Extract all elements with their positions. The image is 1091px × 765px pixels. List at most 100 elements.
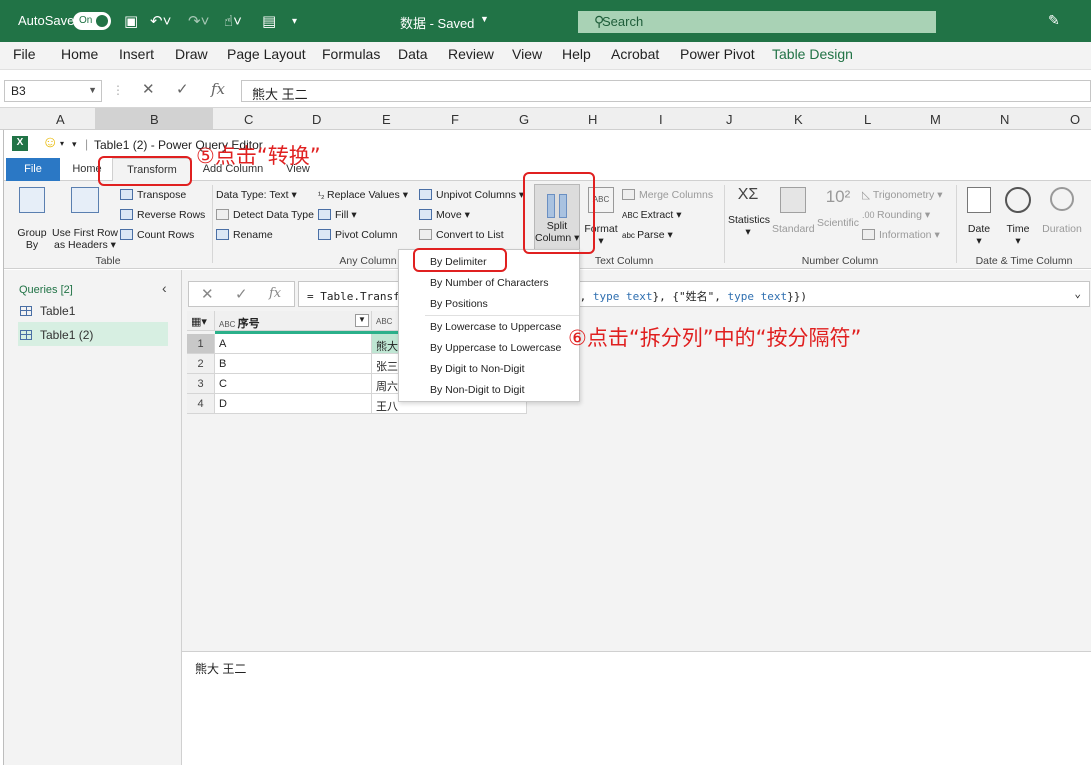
- menu-item-by-number-of-characters[interactable]: By Number of Characters: [430, 277, 548, 289]
- convert-to-list-button[interactable]: Convert to List: [419, 229, 504, 241]
- pq-cancel-icon[interactable]: ✕: [201, 285, 214, 303]
- table-cell[interactable]: D: [215, 394, 372, 414]
- smiley-feedback-icon[interactable]: ☺: [42, 134, 58, 152]
- redo-icon[interactable]: ↷˅: [188, 12, 209, 30]
- col-header-g[interactable]: G: [519, 112, 529, 127]
- menu-item-by-positions[interactable]: By Positions: [430, 298, 488, 310]
- enter-icon[interactable]: ✓: [176, 80, 189, 98]
- use-first-row-button[interactable]: Use First Row as Headers ▾: [52, 187, 118, 251]
- count-rows-button[interactable]: Count Rows: [120, 229, 194, 241]
- fill-button[interactable]: Fill ▾: [318, 209, 357, 221]
- col-header-e[interactable]: E: [382, 112, 391, 127]
- menu-item-lower-to-upper[interactable]: By Lowercase to Uppercase: [430, 321, 561, 333]
- rounding-button[interactable]: .00 Rounding ▾: [862, 209, 930, 221]
- menu-help[interactable]: Help: [562, 46, 591, 62]
- col-header-c[interactable]: C: [244, 112, 253, 127]
- query-item-table1[interactable]: Table1: [20, 304, 75, 318]
- table-cell[interactable]: C: [215, 374, 372, 394]
- group-by-button[interactable]: Group By: [14, 187, 50, 251]
- replace-values-button[interactable]: ¹₂ Replace Values ▾: [318, 189, 408, 201]
- menu-item-upper-to-lower[interactable]: By Uppercase to Lowercase: [430, 342, 561, 354]
- name-box-dropdown-icon[interactable]: ▼: [88, 85, 97, 95]
- document-title[interactable]: 数据 - Saved: [400, 13, 474, 32]
- col-header-i[interactable]: I: [659, 112, 663, 127]
- menu-formulas[interactable]: Formulas: [322, 46, 380, 62]
- menu-page-layout[interactable]: Page Layout: [227, 46, 306, 62]
- extract-button[interactable]: ABC Extract ▾: [622, 209, 682, 221]
- date-button[interactable]: Date ▾: [962, 187, 996, 247]
- column-filter-icon[interactable]: ▼: [355, 314, 369, 327]
- column-header-xuhao[interactable]: ABC 序号 ▼: [215, 311, 372, 331]
- col-header-n[interactable]: N: [1000, 112, 1009, 127]
- menu-acrobat[interactable]: Acrobat: [611, 46, 659, 62]
- duration-button[interactable]: Duration: [1038, 187, 1086, 235]
- menu-file[interactable]: File: [13, 46, 36, 62]
- undo-icon[interactable]: ↶˅: [150, 12, 171, 30]
- col-header-k[interactable]: K: [794, 112, 803, 127]
- query-item-table1-2[interactable]: Table1 (2): [20, 328, 93, 342]
- scientific-button[interactable]: 10² Scientific: [816, 187, 860, 229]
- data-type-button[interactable]: Data Type: Text ▾: [216, 189, 297, 201]
- row-number[interactable]: 3: [187, 374, 215, 394]
- col-header-h[interactable]: H: [588, 112, 597, 127]
- menu-draw[interactable]: Draw: [175, 46, 208, 62]
- menu-review[interactable]: Review: [448, 46, 494, 62]
- customize-qat-icon[interactable]: ▾: [292, 16, 297, 27]
- menu-power-pivot[interactable]: Power Pivot: [680, 46, 755, 62]
- col-header-j[interactable]: J: [726, 112, 733, 127]
- table-menu-icon[interactable]: ▦▾: [187, 311, 215, 331]
- table-cell[interactable]: B: [215, 354, 372, 374]
- move-button[interactable]: Move ▾: [419, 209, 470, 221]
- time-button[interactable]: Time ▾: [1001, 187, 1035, 247]
- menu-data[interactable]: Data: [398, 46, 428, 62]
- expand-formula-icon[interactable]: ⌄: [1074, 287, 1081, 300]
- tab-file[interactable]: File: [6, 158, 60, 181]
- standard-button[interactable]: Standard: [772, 187, 815, 235]
- touch-mode-icon[interactable]: ☝˅: [224, 12, 242, 30]
- col-header-l[interactable]: L: [864, 112, 871, 127]
- insert-function-icon[interactable]: fx: [211, 80, 225, 98]
- save-icon[interactable]: ▣: [124, 12, 138, 30]
- row-number[interactable]: 2: [187, 354, 215, 374]
- row-number[interactable]: 1: [187, 334, 215, 354]
- merge-columns-button[interactable]: Merge Columns: [622, 189, 713, 201]
- menu-view[interactable]: View: [512, 46, 542, 62]
- unpivot-columns-button[interactable]: Unpivot Columns ▾: [419, 189, 524, 201]
- formula-input[interactable]: 熊大 王二: [241, 80, 1091, 102]
- information-button[interactable]: Information ▾: [862, 229, 940, 241]
- col-header-m[interactable]: M: [930, 112, 941, 127]
- col-header-a[interactable]: A: [56, 112, 65, 127]
- search-box[interactable]: ⚲ Search: [578, 11, 936, 33]
- col-header-b[interactable]: B: [150, 112, 159, 127]
- pq-confirm-icon[interactable]: ✓: [235, 285, 248, 303]
- pen-icon[interactable]: ✎: [1048, 12, 1060, 29]
- rename-button[interactable]: Rename: [216, 229, 273, 241]
- menu-item-non-digit-to-digit[interactable]: By Non-Digit to Digit: [430, 384, 525, 396]
- col-header-f[interactable]: F: [451, 112, 459, 127]
- menu-item-digit-to-non-digit[interactable]: By Digit to Non-Digit: [430, 363, 525, 375]
- collapse-pane-icon[interactable]: ‹: [162, 280, 167, 296]
- form-icon[interactable]: ▤: [262, 12, 276, 30]
- trigonometry-label: Trigonometry: [872, 189, 935, 201]
- name-box[interactable]: B3 ▼: [4, 80, 102, 102]
- reverse-rows-button[interactable]: Reverse Rows: [120, 209, 205, 221]
- menu-table-design[interactable]: Table Design: [772, 46, 853, 62]
- table-cell[interactable]: A: [215, 334, 372, 354]
- menu-home[interactable]: Home: [61, 46, 98, 62]
- parse-button[interactable]: abc Parse ▾: [622, 229, 673, 241]
- col-header-d[interactable]: D: [312, 112, 321, 127]
- detect-data-type-button[interactable]: Detect Data Type: [216, 209, 314, 221]
- statistics-button[interactable]: XΣ Statistics ▾: [728, 187, 770, 239]
- feedback-dropdown-icon[interactable]: ▾: [60, 139, 64, 148]
- row-number[interactable]: 4: [187, 394, 215, 414]
- autosave-toggle[interactable]: On: [73, 12, 111, 30]
- menu-insert[interactable]: Insert: [119, 46, 154, 62]
- trigonometry-button[interactable]: ◺ Trigonometry ▾: [862, 189, 942, 201]
- title-chevron-down-icon[interactable]: ▼: [480, 14, 489, 24]
- pq-fx-icon[interactable]: fx: [269, 286, 281, 301]
- transpose-button[interactable]: Transpose: [120, 189, 186, 201]
- qat-customize-icon[interactable]: ▾: [72, 139, 77, 150]
- cancel-icon[interactable]: ✕: [142, 80, 155, 98]
- col-header-o[interactable]: O: [1070, 112, 1080, 127]
- pivot-column-button[interactable]: Pivot Column: [318, 229, 397, 241]
